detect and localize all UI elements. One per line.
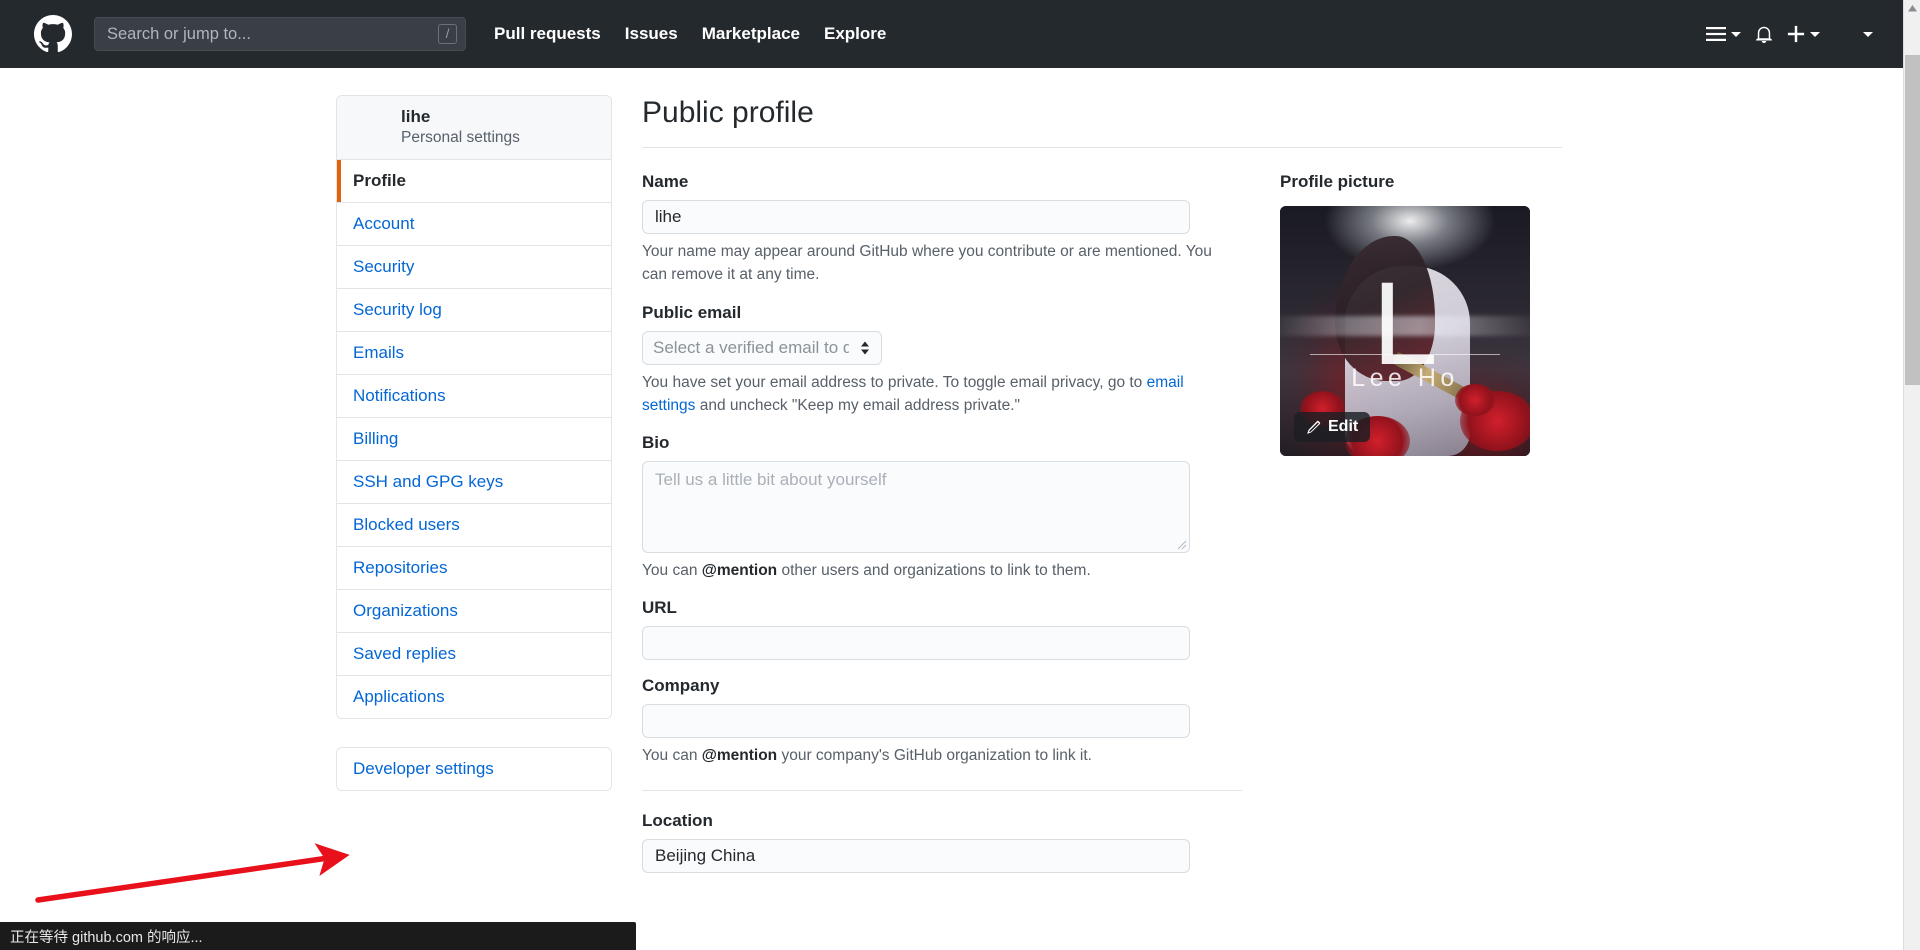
scrollbar-up-button[interactable] [1904, 0, 1920, 17]
chevron-down-icon [1731, 31, 1741, 37]
browser-status-bar: 正在等待 github.com 的响应... [0, 922, 636, 950]
bio-label: Bio [642, 433, 670, 452]
company-hint-mention: @mention [701, 747, 778, 765]
global-menu-button[interactable] [1702, 22, 1745, 46]
hamburger-icon [1706, 26, 1726, 42]
nav-explore[interactable]: Explore [824, 24, 886, 44]
profile-form: Name Your name may appear around GitHub … [642, 172, 1242, 889]
nav-marketplace[interactable]: Marketplace [702, 24, 800, 44]
url-field-group: URL [642, 598, 1240, 661]
company-hint-after: your company's GitHub organization to li… [777, 747, 1092, 765]
bio-textarea[interactable] [642, 461, 1190, 553]
avatar [1834, 22, 1858, 46]
profile-picture-label: Profile picture [1280, 172, 1395, 191]
profile-picture-name-overlay: Lee Ho [1351, 363, 1459, 392]
pencil-icon [1306, 420, 1321, 435]
bio-hint-before: You can [642, 562, 702, 579]
sidebar-item-saved-replies[interactable]: Saved replies [337, 632, 611, 676]
plus-icon [1787, 25, 1805, 43]
location-label: Location [642, 810, 713, 830]
settings-sidebar: lihe Personal settings Profile Account S… [336, 95, 612, 791]
sidebar-item-blocked-users[interactable]: Blocked users [337, 503, 611, 547]
main-content: Public profile Name Your name may appear… [642, 95, 1562, 889]
user-avatar [351, 108, 389, 146]
profile-picture-section: Profile picture L Lee Ho Edit [1240, 172, 1562, 889]
url-label: URL [642, 598, 677, 618]
page-body: lihe Personal settings Profile Account S… [0, 68, 1903, 950]
page-title: Public profile [642, 95, 1562, 148]
bio-hint: You can @mention other users and organiz… [642, 559, 1222, 582]
profile-picture-initial: L [1372, 258, 1438, 391]
search-container: / [94, 17, 466, 51]
company-hint-before: You can [642, 747, 702, 765]
public-email-label: Public email [642, 302, 742, 322]
edit-button-label: Edit [1328, 418, 1359, 435]
notifications-button[interactable] [1751, 20, 1777, 48]
developer-settings-card: Developer settings [336, 746, 612, 791]
public-email-hint: You have set your email address to priva… [642, 371, 1222, 418]
sidebar-item-applications[interactable]: Applications [337, 675, 611, 718]
sidebar-item-organizations[interactable]: Organizations [337, 589, 611, 633]
public-email-select[interactable] [642, 330, 882, 365]
profile-picture-frame[interactable]: L Lee Ho Edit [1280, 206, 1530, 456]
github-logo-link[interactable] [34, 15, 72, 53]
page-scrollbar[interactable] [1903, 0, 1920, 950]
nav-issues[interactable]: Issues [625, 24, 678, 44]
name-field-group: Name Your name may appear around GitHub … [642, 172, 1240, 287]
header-actions [1702, 18, 1883, 50]
create-new-button[interactable] [1783, 21, 1824, 47]
company-input[interactable] [642, 704, 1190, 739]
status-bar-text: 正在等待 github.com 的响应... [10, 929, 203, 946]
search-shortcut-badge: / [438, 24, 457, 44]
name-hint: Your name may appear around GitHub where… [642, 243, 1212, 284]
company-label: Company [642, 676, 720, 696]
sidebar-item-repositories[interactable]: Repositories [337, 546, 611, 590]
chevron-up-icon [1908, 5, 1917, 12]
company-field-group: Company You can @mention your company's … [642, 676, 1240, 767]
sidebar-item-security[interactable]: Security [337, 245, 611, 289]
url-input[interactable] [642, 626, 1190, 661]
sidebar-item-notifications[interactable]: Notifications [337, 374, 611, 418]
sidebar-user-header: lihe Personal settings [337, 96, 611, 160]
public-email-hint-before: You have set your email address to priva… [642, 373, 1147, 391]
sidebar-user-name: lihe [401, 107, 431, 126]
company-hint: You can @mention your company's GitHub o… [642, 744, 1222, 767]
bio-hint-mention: @mention [701, 562, 778, 579]
sidebar-user-subtitle: Personal settings [401, 129, 520, 147]
sidebar-item-security-log[interactable]: Security log [337, 288, 611, 332]
search-input[interactable] [94, 17, 466, 51]
nav-pull-requests[interactable]: Pull requests [494, 24, 601, 44]
settings-nav-card: lihe Personal settings Profile Account S… [336, 95, 612, 719]
red-arrow-icon [35, 843, 350, 903]
section-divider [642, 789, 1242, 791]
primary-nav: Pull requests Issues Marketplace Explore [494, 24, 886, 44]
global-header: / Pull requests Issues Marketplace Explo… [0, 0, 1903, 68]
edit-profile-picture-button[interactable]: Edit [1294, 412, 1371, 442]
name-label: Name [642, 172, 689, 191]
bell-icon [1755, 24, 1773, 44]
sidebar-item-developer-settings[interactable]: Developer settings [337, 747, 611, 790]
public-email-select-wrap [642, 330, 882, 365]
bio-field-group: Bio You can @mention other users and org… [642, 433, 1240, 582]
content-columns: Name Your name may appear around GitHub … [642, 148, 1562, 889]
sidebar-item-billing[interactable]: Billing [337, 417, 611, 461]
chevron-down-icon [1863, 31, 1873, 37]
location-field-group: Location [642, 811, 1240, 873]
location-input[interactable] [642, 838, 1190, 873]
chevron-down-icon [1810, 31, 1820, 37]
github-mark-icon [34, 15, 72, 53]
public-email-hint-after: and uncheck "Keep my email address priva… [695, 396, 1021, 414]
name-input[interactable] [642, 200, 1190, 234]
sidebar-item-account[interactable]: Account [337, 202, 611, 246]
scrollbar-thumb[interactable] [1905, 55, 1920, 385]
public-email-field-group: Public email You have set your email add… [642, 303, 1240, 418]
sidebar-item-emails[interactable]: Emails [337, 331, 611, 375]
bio-hint-after: other users and organizations to link to… [777, 562, 1091, 579]
sidebar-item-ssh-and-gpg-keys[interactable]: SSH and GPG keys [337, 460, 611, 504]
account-menu-button[interactable] [1830, 18, 1877, 50]
sidebar-item-profile[interactable]: Profile [337, 159, 611, 203]
